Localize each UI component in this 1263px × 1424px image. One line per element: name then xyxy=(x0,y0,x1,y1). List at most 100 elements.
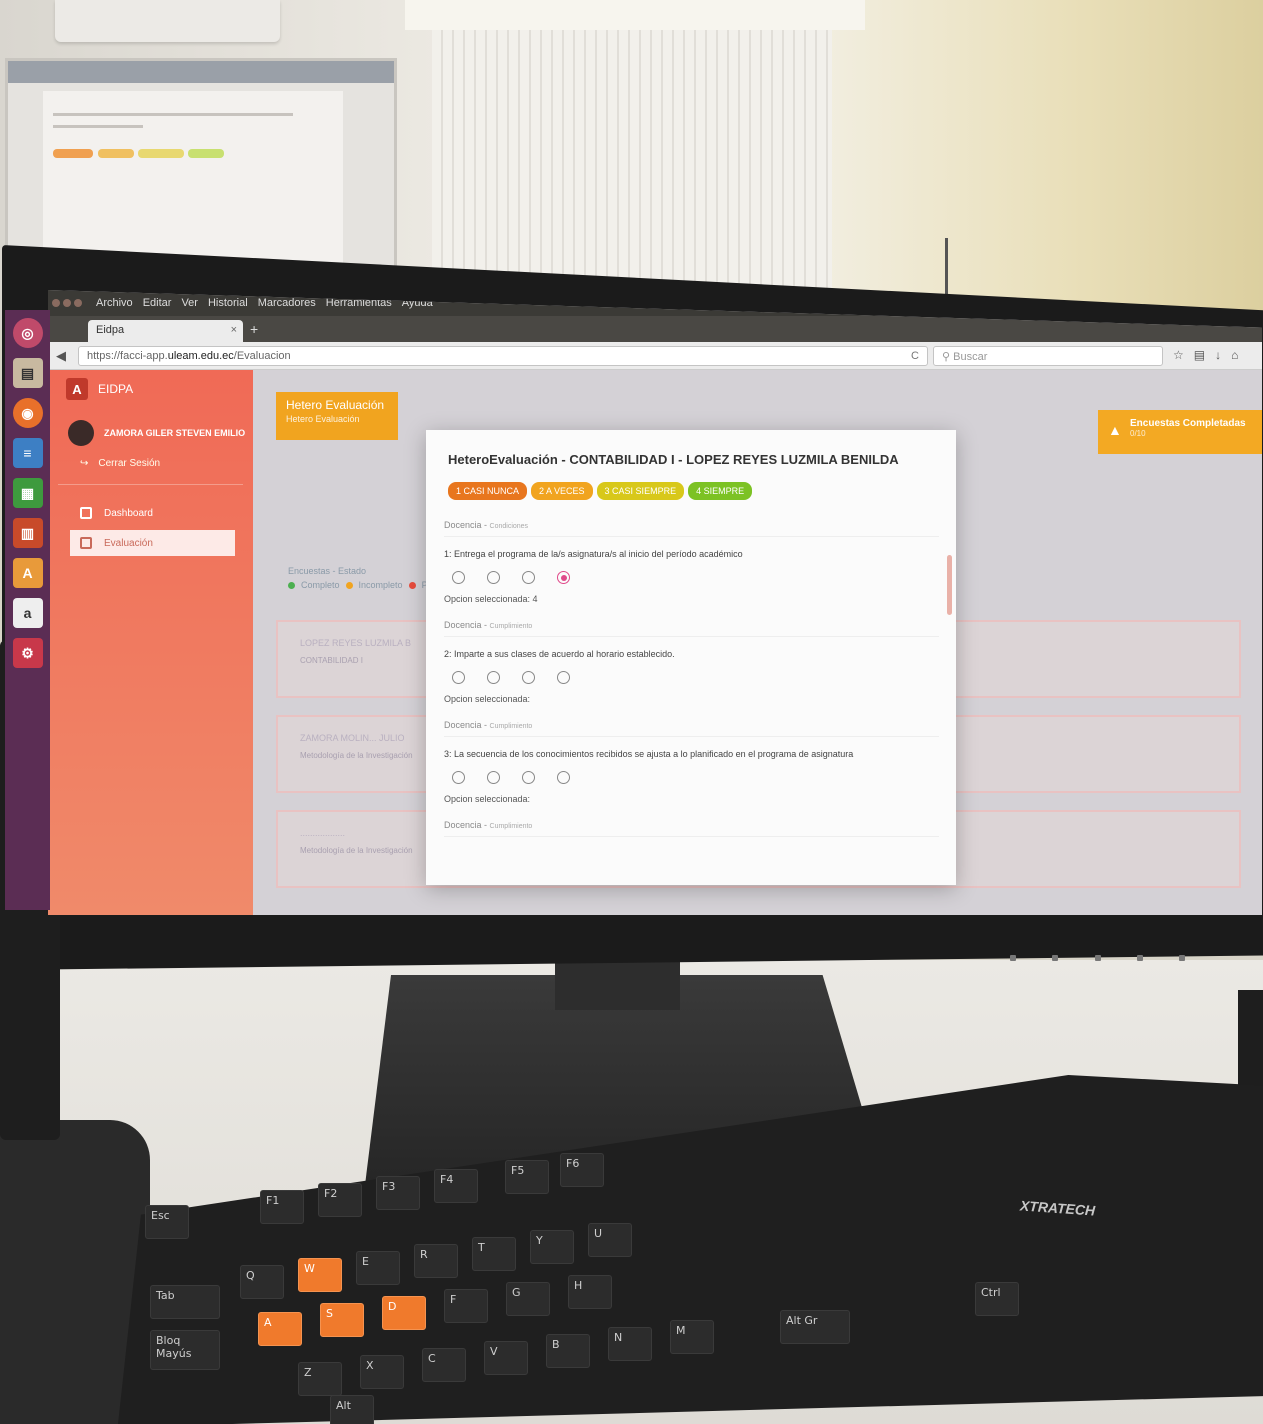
key-f3[interactable]: F3 xyxy=(376,1176,420,1210)
monitor-button[interactable] xyxy=(1179,955,1185,961)
monitor-button[interactable] xyxy=(1094,955,1101,961)
key-w[interactable]: W xyxy=(298,1258,342,1292)
radio-option-1[interactable] xyxy=(452,571,465,584)
key-ctrl[interactable]: Ctrl xyxy=(975,1282,1019,1316)
key-s[interactable]: S xyxy=(320,1303,364,1337)
key-b[interactable]: B xyxy=(546,1334,590,1368)
amazon-icon[interactable]: a xyxy=(12,598,43,628)
question-text: 1: Entrega el programa de la/s asignatur… xyxy=(444,549,743,559)
question-text: 3: La secuencia de los conocimientos rec… xyxy=(444,749,854,759)
reload-icon[interactable]: C xyxy=(911,350,919,362)
key-alt-gr[interactable]: Alt Gr xyxy=(780,1310,850,1344)
evaluation-icon xyxy=(80,537,92,549)
key-f4[interactable]: F4 xyxy=(434,1169,478,1203)
projected-chip xyxy=(98,149,134,158)
radio-option-4[interactable] xyxy=(557,671,570,684)
app-brand[interactable]: A EIDPA xyxy=(66,378,133,400)
sidebar-item-label: Dashboard xyxy=(104,507,153,519)
bookmark-star-icon[interactable]: ☆ xyxy=(1173,348,1184,362)
menu-editar[interactable]: Editar xyxy=(143,297,172,309)
new-tab-button[interactable]: + xyxy=(250,321,258,337)
radio-option-2[interactable] xyxy=(487,671,500,684)
radio-option-4[interactable] xyxy=(557,771,570,784)
key-f1[interactable]: F1 xyxy=(260,1190,304,1224)
close-window-icon[interactable] xyxy=(52,299,60,307)
key-a[interactable]: A xyxy=(258,1312,302,1346)
monitor-button[interactable] xyxy=(1052,955,1059,961)
key-g[interactable]: G xyxy=(506,1282,550,1316)
browser-tab[interactable]: Eidpa × xyxy=(88,320,243,342)
key-f5[interactable]: F5 xyxy=(505,1160,549,1194)
key-y[interactable]: Y xyxy=(530,1230,574,1264)
key-v[interactable]: V xyxy=(484,1341,528,1375)
key-h[interactable]: H xyxy=(568,1275,612,1309)
browser-search-input[interactable]: ⚲ Buscar xyxy=(933,346,1163,366)
radio-option-1[interactable] xyxy=(452,671,465,684)
menu-marcadores[interactable]: Marcadores xyxy=(258,297,316,309)
key-c[interactable]: C xyxy=(422,1348,466,1382)
impress-icon[interactable]: ▥ xyxy=(12,518,43,548)
firefox-icon[interactable]: ◉ xyxy=(12,398,43,428)
logout-link[interactable]: ↪ Cerrar Sesión xyxy=(80,458,160,469)
radio-option-2[interactable] xyxy=(487,571,500,584)
software-center-icon[interactable]: A xyxy=(12,558,43,588)
user-name: ZAMORA GILER STEVEN EMILIO xyxy=(104,428,246,438)
radio-option-4[interactable] xyxy=(557,571,570,584)
sidebar-item-evaluacion[interactable]: Evaluación xyxy=(70,530,235,556)
key-alt[interactable]: Alt xyxy=(330,1395,374,1424)
maximize-window-icon[interactable] xyxy=(74,299,82,307)
key-d[interactable]: D xyxy=(382,1296,426,1330)
radio-option-3[interactable] xyxy=(522,671,535,684)
writer-icon[interactable]: ≡ xyxy=(12,438,43,468)
menu-ver[interactable]: Ver xyxy=(181,297,198,309)
radio-option-3[interactable] xyxy=(522,571,535,584)
menu-archivo[interactable]: Archivo xyxy=(96,297,133,309)
library-icon[interactable]: ▤ xyxy=(1194,348,1205,362)
key-caps-lock[interactable]: Bloq Mayús xyxy=(150,1330,220,1370)
legend-title: Encuestas - Estado xyxy=(288,566,367,576)
files-icon[interactable]: ▤ xyxy=(12,358,43,388)
home-icon[interactable]: ⌂ xyxy=(1231,348,1238,362)
settings-icon[interactable]: ⚙ xyxy=(12,638,43,668)
key-x[interactable]: X xyxy=(360,1355,404,1389)
alert-title: Encuestas Completadas xyxy=(1130,418,1246,429)
minimize-window-icon[interactable] xyxy=(63,299,71,307)
projected-screen xyxy=(5,58,397,270)
key-n[interactable]: N xyxy=(608,1327,652,1361)
radio-option-2[interactable] xyxy=(487,771,500,784)
key-z[interactable]: Z xyxy=(298,1362,342,1396)
air-conditioner xyxy=(55,0,280,42)
monitor-buttons[interactable] xyxy=(1010,955,1185,963)
dashboard-icon xyxy=(80,507,92,519)
key-esc[interactable]: Esc xyxy=(145,1205,189,1239)
key-tab[interactable]: Tab xyxy=(150,1285,220,1319)
key-q[interactable]: Q xyxy=(240,1265,284,1299)
question-text: 2: Imparte a sus clases de acuerdo al ho… xyxy=(444,649,675,659)
url-bar[interactable]: https://facci-app.uleam.edu.ec/Evaluacio… xyxy=(78,346,928,366)
question-category: Docencia - Cumplimiento xyxy=(444,720,939,737)
window-controls[interactable] xyxy=(52,299,82,307)
key-m[interactable]: M xyxy=(670,1320,714,1354)
monitor-button[interactable] xyxy=(1010,955,1016,961)
key-f[interactable]: F xyxy=(444,1289,488,1323)
radio-option-3[interactable] xyxy=(522,771,535,784)
key-f6[interactable]: F6 xyxy=(560,1153,604,1187)
legend-dot-complete xyxy=(288,581,295,589)
dash-icon[interactable]: ◎ xyxy=(12,318,43,348)
download-icon[interactable]: ↓ xyxy=(1215,348,1221,362)
legend-label: Incompleto xyxy=(358,580,403,590)
back-arrow-icon[interactable]: ◀ xyxy=(56,348,66,364)
key-u[interactable]: U xyxy=(588,1223,632,1257)
close-tab-icon[interactable]: × xyxy=(231,324,237,336)
question-options xyxy=(444,571,939,584)
key-r[interactable]: R xyxy=(414,1244,458,1278)
menu-historial[interactable]: Historial xyxy=(208,297,248,309)
key-f2[interactable]: F2 xyxy=(318,1183,362,1217)
sidebar-item-dashboard[interactable]: Dashboard xyxy=(70,500,235,526)
radio-option-1[interactable] xyxy=(452,771,465,784)
monitor-button[interactable] xyxy=(1136,955,1143,961)
calc-icon[interactable]: ▦ xyxy=(12,478,43,508)
key-e[interactable]: E xyxy=(356,1251,400,1285)
key-t[interactable]: T xyxy=(472,1237,516,1271)
modal-scrollbar[interactable] xyxy=(947,555,952,615)
